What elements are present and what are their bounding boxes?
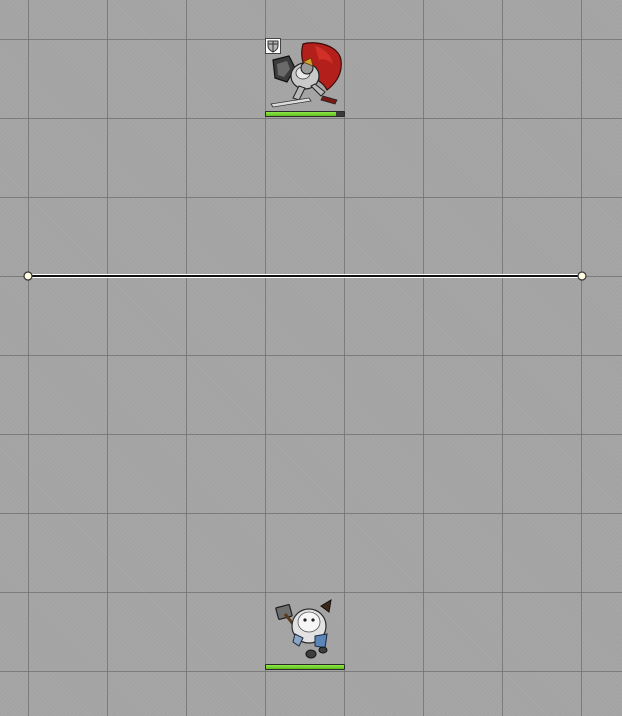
token-dwarf[interactable] [265, 592, 345, 672]
battle-map-grid[interactable] [0, 0, 622, 716]
shield-icon[interactable] [265, 38, 281, 54]
health-bar-fill [266, 112, 337, 116]
token-knight[interactable] [265, 38, 345, 118]
wall-endpoint-left[interactable] [23, 271, 33, 281]
health-bar-fill [266, 665, 344, 669]
health-bar [265, 664, 345, 670]
dwarf-token-icon [275, 599, 332, 659]
wall-endpoint-right[interactable] [577, 271, 587, 281]
health-bar [265, 111, 345, 117]
